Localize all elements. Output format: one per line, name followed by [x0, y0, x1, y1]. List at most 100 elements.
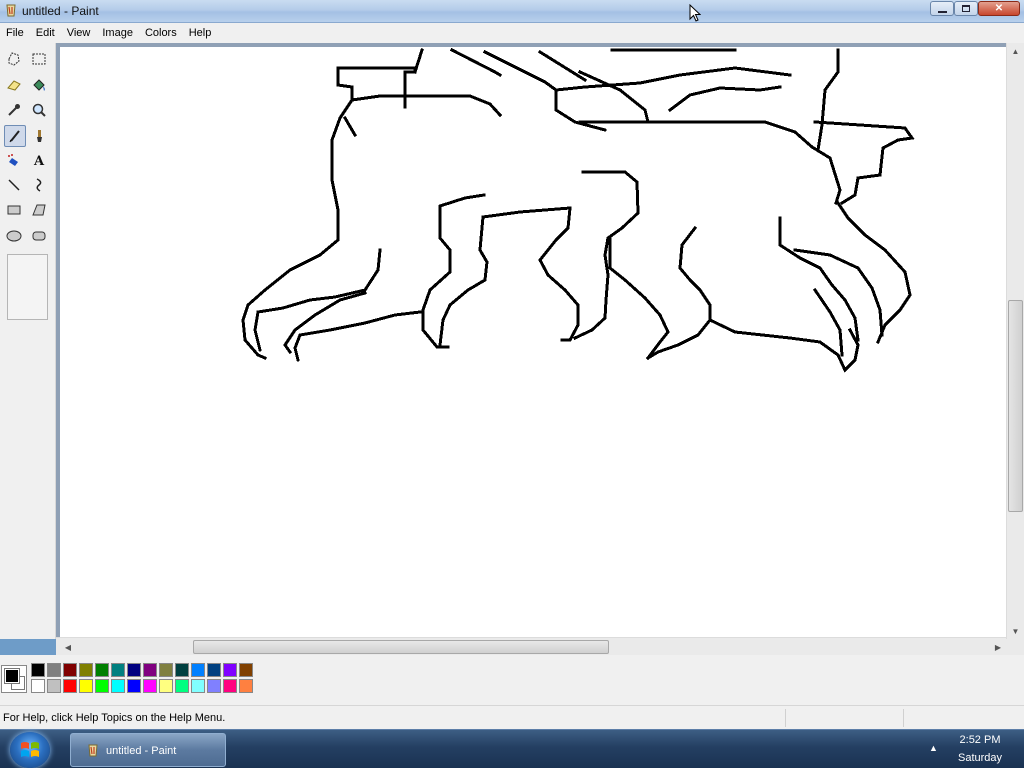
color-swatch[interactable] — [63, 663, 77, 677]
rounded-rectangle-tool[interactable] — [28, 225, 50, 247]
scroll-left-icon[interactable]: ◀ — [60, 639, 76, 655]
foreground-color-swatch[interactable] — [4, 668, 20, 684]
rect-select-icon — [32, 53, 46, 65]
paint-app-icon — [88, 744, 98, 757]
status-help-text: For Help, click Help Topics on the Help … — [3, 712, 226, 724]
color-swatch[interactable] — [127, 663, 141, 677]
scroll-down-icon[interactable]: ▼ — [1007, 623, 1024, 639]
window-title: untitled - Paint — [22, 4, 99, 18]
color-swatch[interactable] — [159, 663, 173, 677]
scroll-up-icon[interactable]: ▲ — [1007, 43, 1024, 59]
windows-logo-icon — [21, 742, 39, 757]
status-bar: For Help, click Help Topics on the Help … — [0, 705, 1024, 729]
color-swatch[interactable] — [47, 663, 61, 677]
status-pane-coordinates — [785, 709, 903, 727]
menu-colors[interactable]: Colors — [139, 23, 183, 43]
color-swatch[interactable] — [143, 663, 157, 677]
menu-view[interactable]: View — [61, 23, 97, 43]
menu-edit[interactable]: Edit — [30, 23, 61, 43]
select-tool[interactable] — [28, 48, 50, 70]
free-form-select-tool[interactable] — [3, 48, 25, 70]
title-bar[interactable]: untitled - Paint ✕ — [0, 0, 1024, 23]
pencil-tool[interactable] — [4, 125, 26, 147]
drawing-canvas[interactable] — [60, 47, 1006, 639]
show-hidden-icons-arrow[interactable]: ▲ — [929, 743, 938, 753]
curve-icon — [36, 178, 42, 192]
rectangle-icon — [7, 205, 21, 215]
color-swatch[interactable] — [191, 663, 205, 677]
polygon-icon — [32, 204, 46, 216]
color-swatch[interactable] — [239, 663, 253, 677]
color-swatch[interactable] — [95, 663, 109, 677]
paint-app-icon — [6, 4, 16, 17]
color-swatch[interactable] — [31, 663, 45, 677]
color-swatch[interactable] — [47, 679, 61, 693]
canvas-area — [56, 43, 1006, 639]
airbrush-tool[interactable] — [3, 149, 25, 171]
curve-tool[interactable] — [28, 174, 50, 196]
eraser-icon — [7, 80, 21, 91]
color-swatch[interactable] — [223, 663, 237, 677]
minimize-button[interactable] — [930, 1, 954, 16]
color-swatch[interactable] — [223, 679, 237, 693]
color-swatch[interactable] — [159, 679, 173, 693]
text-icon: A — [33, 154, 45, 168]
paint-bucket-icon — [33, 79, 45, 91]
menu-file[interactable]: File — [0, 23, 30, 43]
menu-bar: File Edit View Image Colors Help — [0, 23, 1024, 43]
pencil-drawing — [241, 47, 915, 373]
scrollbar-corner — [1006, 639, 1024, 655]
color-swatch[interactable] — [79, 663, 93, 677]
mouse-cursor-icon — [689, 4, 701, 22]
free-select-icon — [8, 52, 20, 66]
fill-with-color-tool[interactable] — [28, 74, 50, 96]
color-swatch[interactable] — [111, 663, 125, 677]
vertical-scroll-thumb[interactable] — [1008, 300, 1023, 512]
brush-icon — [37, 130, 42, 142]
horizontal-scrollbar[interactable]: ◀ ▶ — [56, 637, 1006, 655]
color-swatch[interactable] — [207, 679, 221, 693]
brush-tool[interactable] — [28, 125, 50, 147]
color-swatch[interactable] — [31, 679, 45, 693]
eraser-tool[interactable] — [3, 74, 25, 96]
color-swatch[interactable] — [175, 663, 189, 677]
maximize-button[interactable] — [954, 1, 978, 16]
color-swatch[interactable] — [239, 679, 253, 693]
color-swatch[interactable] — [175, 679, 189, 693]
tool-options-panel[interactable] — [7, 254, 48, 320]
close-button[interactable]: ✕ — [978, 1, 1020, 16]
svg-text:A: A — [33, 154, 45, 168]
line-tool[interactable] — [3, 174, 25, 196]
rectangle-tool[interactable] — [3, 199, 25, 221]
color-swatch[interactable] — [95, 679, 109, 693]
horizontal-scroll-thumb[interactable] — [193, 640, 609, 654]
pick-color-tool[interactable] — [3, 99, 25, 121]
start-button[interactable] — [10, 732, 50, 768]
color-swatch[interactable] — [111, 679, 125, 693]
ellipse-tool[interactable] — [3, 225, 25, 247]
color-swatch[interactable] — [207, 663, 221, 677]
vertical-scrollbar[interactable]: ▲ ▼ — [1006, 43, 1024, 639]
clock-time[interactable]: 2:52 PM — [940, 734, 1020, 746]
color-swatch[interactable] — [143, 679, 157, 693]
color-swatch[interactable] — [79, 679, 93, 693]
menu-image[interactable]: Image — [96, 23, 139, 43]
scroll-right-icon[interactable]: ▶ — [990, 639, 1006, 655]
toolbox: A — [0, 43, 56, 639]
magnifier-icon — [32, 103, 46, 117]
color-palette — [0, 655, 1024, 705]
minimize-icon — [937, 10, 947, 13]
color-swatch[interactable] — [191, 679, 205, 693]
text-tool[interactable]: A — [28, 149, 50, 171]
taskbar-paint-button[interactable]: untitled - Paint — [70, 733, 226, 767]
current-colors-indicator[interactable] — [1, 665, 27, 693]
magnifier-tool[interactable] — [28, 99, 50, 121]
color-swatch[interactable] — [63, 679, 77, 693]
clock-day[interactable]: Saturday — [940, 752, 1020, 764]
eyedropper-icon — [8, 104, 20, 116]
polygon-tool[interactable] — [28, 199, 50, 221]
pencil-icon — [9, 130, 20, 143]
airbrush-icon — [8, 154, 18, 166]
menu-help[interactable]: Help — [183, 23, 218, 43]
color-swatch[interactable] — [127, 679, 141, 693]
